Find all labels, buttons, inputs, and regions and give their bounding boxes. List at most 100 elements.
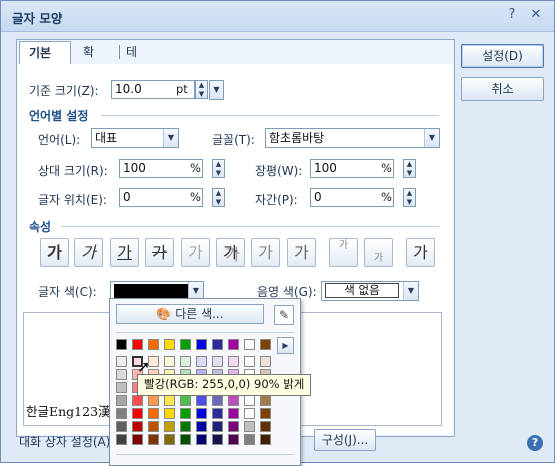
color-swatch[interactable]: [132, 395, 143, 406]
color-swatch[interactable]: [244, 339, 255, 350]
color-swatch[interactable]: [116, 356, 127, 367]
color-swatch[interactable]: [132, 339, 143, 350]
tab-basic[interactable]: 기본: [19, 41, 71, 64]
base-size-dropdown[interactable]: ▼: [209, 80, 224, 100]
color-swatch[interactable]: [212, 395, 223, 406]
position-input[interactable]: 0 %: [119, 188, 203, 207]
font-select[interactable]: 함초롬바탕 ▼: [265, 128, 440, 148]
color-swatch[interactable]: [228, 434, 239, 445]
tab-border-bg[interactable]: 테두리/배경: [117, 41, 150, 147]
color-swatch[interactable]: [132, 421, 143, 432]
help-icon[interactable]: ?: [527, 435, 543, 451]
color-swatch[interactable]: [260, 408, 271, 419]
ok-button[interactable]: 설정(D): [461, 44, 544, 68]
rel-size-input[interactable]: 100 %: [119, 159, 203, 178]
color-swatch[interactable]: [244, 408, 255, 419]
color-swatch[interactable]: [164, 356, 175, 367]
color-swatch[interactable]: [212, 421, 223, 432]
color-swatch[interactable]: [244, 434, 255, 445]
color-swatch[interactable]: [212, 408, 223, 419]
color-swatch[interactable]: [260, 339, 271, 350]
color-swatch[interactable]: [164, 395, 175, 406]
color-swatch[interactable]: [116, 382, 127, 393]
color-swatch[interactable]: [228, 395, 239, 406]
color-swatch[interactable]: [212, 339, 223, 350]
underline-button[interactable]: 가: [110, 238, 139, 267]
bold-button[interactable]: 가: [40, 238, 69, 267]
color-swatch[interactable]: [180, 339, 191, 350]
position-spinner[interactable]: ▲ ▼: [212, 188, 225, 207]
palette-next-icon[interactable]: ▶: [277, 337, 294, 354]
color-swatch[interactable]: [228, 421, 239, 432]
color-swatch[interactable]: [148, 395, 159, 406]
compose-button[interactable]: 구성(J)...: [314, 429, 376, 451]
color-swatch[interactable]: [148, 339, 159, 350]
color-swatch[interactable]: [116, 339, 127, 350]
color-swatch[interactable]: [228, 356, 239, 367]
spacing-spinner[interactable]: ▲ ▼: [403, 188, 416, 207]
color-swatch[interactable]: [228, 408, 239, 419]
eyedropper-icon[interactable]: ✎: [274, 305, 294, 325]
color-swatch[interactable]: [244, 421, 255, 432]
color-swatch[interactable]: [132, 434, 143, 445]
engrave-button[interactable]: 가: [287, 238, 316, 267]
color-swatch[interactable]: [244, 356, 255, 367]
color-swatch[interactable]: [196, 339, 207, 350]
color-swatch[interactable]: [164, 434, 175, 445]
emboss-button[interactable]: 가: [251, 238, 280, 267]
language-select[interactable]: 대표 ▼: [91, 128, 179, 148]
width-input[interactable]: 100 %: [310, 159, 394, 178]
close-icon[interactable]: ✕: [528, 7, 544, 23]
tab-extended[interactable]: 확장: [74, 41, 103, 81]
color-swatch[interactable]: [196, 356, 207, 367]
more-colors-button[interactable]: 🎨 다른 색...: [116, 304, 264, 324]
cancel-button[interactable]: 취소: [461, 77, 544, 101]
rel-size-label: 상대 크기(R):: [38, 164, 108, 178]
color-swatch[interactable]: [196, 421, 207, 432]
color-swatch[interactable]: [116, 408, 127, 419]
dialog-settings-label[interactable]: 대화 상자 설정(A): [19, 433, 110, 450]
color-swatch[interactable]: [180, 421, 191, 432]
color-swatch[interactable]: [244, 395, 255, 406]
color-swatch[interactable]: [212, 434, 223, 445]
color-swatch[interactable]: [196, 395, 207, 406]
color-swatch[interactable]: [196, 434, 207, 445]
color-swatch[interactable]: [164, 421, 175, 432]
color-swatch[interactable]: [180, 356, 191, 367]
help-icon[interactable]: ?: [504, 7, 520, 23]
color-swatch[interactable]: [260, 356, 271, 367]
outline-button[interactable]: 가: [181, 238, 210, 267]
color-swatch[interactable]: [180, 395, 191, 406]
color-swatch[interactable]: [212, 356, 223, 367]
color-swatch[interactable]: [164, 339, 175, 350]
color-swatch[interactable]: [148, 421, 159, 432]
color-swatch[interactable]: [116, 369, 127, 380]
color-swatch[interactable]: [228, 339, 239, 350]
base-size-input[interactable]: 10.0 pt: [111, 80, 195, 99]
color-swatch[interactable]: [164, 408, 175, 419]
superscript-button[interactable]: 가: [329, 238, 358, 267]
shade-color-select[interactable]: 색 없음 ▼: [321, 281, 419, 301]
color-swatch[interactable]: [196, 408, 207, 419]
color-swatch[interactable]: [132, 408, 143, 419]
color-swatch[interactable]: [116, 395, 127, 406]
color-swatch[interactable]: [260, 434, 271, 445]
spacing-input[interactable]: 0 %: [310, 188, 394, 207]
color-swatch[interactable]: [116, 434, 127, 445]
shadow-button[interactable]: 가: [216, 238, 245, 267]
width-spinner[interactable]: ▲ ▼: [403, 159, 416, 178]
base-size-value: 10.0: [115, 82, 142, 96]
normal-button[interactable]: 가: [406, 238, 435, 267]
color-swatch[interactable]: [260, 421, 271, 432]
color-swatch[interactable]: [148, 434, 159, 445]
color-swatch[interactable]: [260, 395, 271, 406]
italic-button[interactable]: 가: [74, 238, 103, 267]
color-swatch[interactable]: [148, 408, 159, 419]
base-size-spinner[interactable]: ▲ ▼: [195, 80, 208, 99]
color-swatch[interactable]: [116, 421, 127, 432]
rel-size-spinner[interactable]: ▲ ▼: [212, 159, 225, 178]
strikethrough-button[interactable]: 가: [145, 238, 174, 267]
color-swatch[interactable]: [180, 408, 191, 419]
subscript-button[interactable]: 가: [364, 238, 393, 267]
color-swatch[interactable]: [180, 434, 191, 445]
